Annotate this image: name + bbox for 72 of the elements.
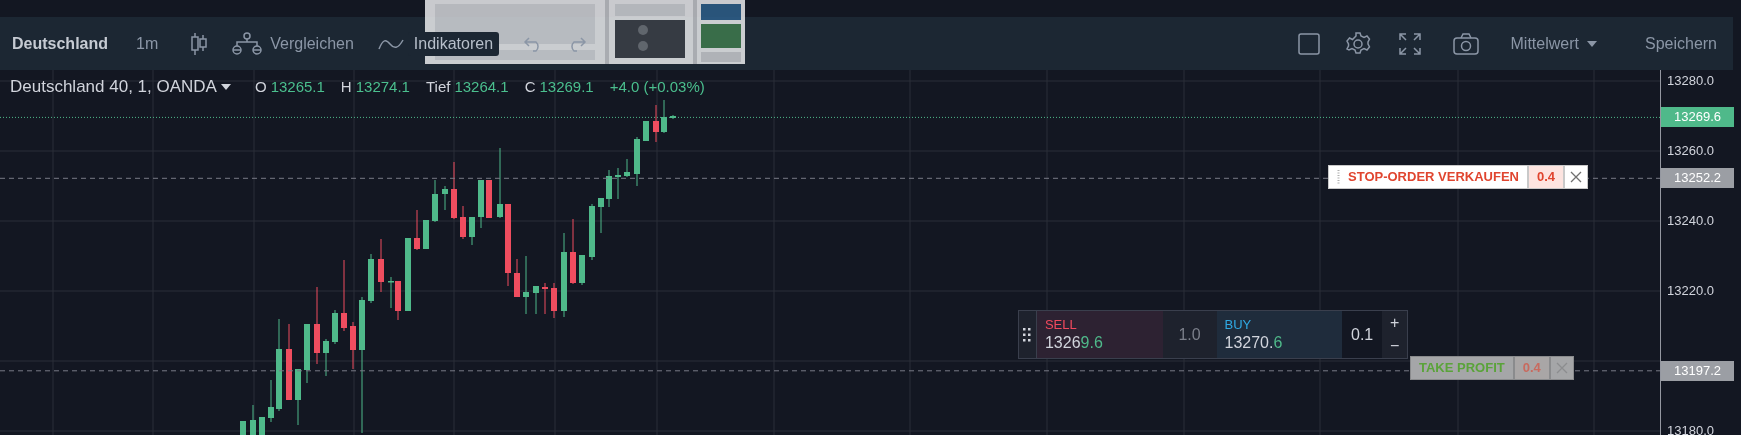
- save-button[interactable]: Speichern: [1644, 35, 1717, 52]
- candle: [542, 282, 548, 315]
- ohlc-label: C: [524, 76, 536, 97]
- candle: [350, 321, 356, 370]
- compare-button[interactable]: Vergleichen: [270, 35, 354, 52]
- candle: [460, 205, 466, 240]
- quantity-field[interactable]: 1.0: [1162, 311, 1217, 358]
- symbol-field[interactable]: Deutschland: [8, 35, 112, 52]
- interval-button[interactable]: 1m: [136, 35, 159, 52]
- change-value: +4.0 (+0.03%): [609, 76, 705, 97]
- price-label: 13180.0: [1667, 424, 1714, 435]
- candle: [259, 416, 265, 435]
- candle: [486, 179, 492, 219]
- close-icon[interactable]: [1564, 165, 1589, 189]
- candle: [451, 161, 457, 220]
- candle: [332, 309, 338, 345]
- candle: [432, 179, 438, 223]
- price-marker: 13252.2: [1661, 168, 1734, 189]
- candle: [240, 420, 246, 435]
- candle: [579, 254, 585, 286]
- ohlc-label: O: [254, 76, 267, 97]
- compare-icon[interactable]: [232, 31, 263, 56]
- symbol-title[interactable]: Deutschland 40, 1, OANDA: [10, 74, 231, 100]
- price-type-dropdown[interactable]: Mittelwert: [1502, 35, 1597, 52]
- candle: [497, 147, 503, 219]
- ohlc-value: 13274.1: [355, 76, 410, 97]
- ohlc-label: H: [340, 76, 352, 97]
- ohlc-label: Tief: [425, 76, 451, 97]
- candle: [589, 203, 595, 261]
- candle: [378, 238, 384, 293]
- candle: [533, 285, 539, 315]
- sell-button[interactable]: SELL 13269.6: [1036, 311, 1163, 358]
- price-marker: 13197.2: [1661, 360, 1734, 381]
- candle: [523, 255, 529, 315]
- ohlc-value: 13269.1: [539, 76, 594, 97]
- candle: [323, 338, 329, 377]
- candle: [514, 258, 520, 298]
- ohlc-value: 13265.1: [270, 76, 325, 97]
- candle: [295, 368, 301, 426]
- buy-button[interactable]: BUY 13270.6: [1216, 311, 1343, 358]
- candle: [634, 136, 640, 187]
- order-label[interactable]: STOP-ORDER VERKAUFEN: [1328, 165, 1528, 189]
- step-value: 0.1: [1342, 311, 1383, 358]
- price-label: 13260.0: [1667, 144, 1714, 157]
- candle: [414, 209, 420, 251]
- candle: [469, 216, 475, 246]
- price-marker: 13269.6: [1661, 107, 1734, 128]
- candle: [478, 179, 484, 229]
- settings-icon[interactable]: [1344, 30, 1371, 57]
- order-quantity[interactable]: 0.4: [1527, 165, 1565, 189]
- candle: [615, 167, 621, 200]
- square-icon[interactable]: [1296, 31, 1321, 56]
- candle: [606, 169, 612, 208]
- candle: [268, 379, 274, 423]
- candle: [304, 323, 310, 384]
- candle: [643, 120, 649, 142]
- caret-icon: [220, 83, 231, 90]
- caret-icon: [1586, 40, 1597, 47]
- price-label: 13220.0: [1667, 284, 1714, 297]
- candle: [653, 104, 659, 143]
- candle: [551, 282, 557, 319]
- candle: [570, 218, 576, 285]
- drag-handle-icon[interactable]: [1337, 170, 1340, 184]
- candle: [368, 253, 374, 304]
- price-label: 13240.0: [1667, 214, 1714, 227]
- candle: [624, 158, 630, 178]
- ohlc-value: 13264.1: [454, 76, 509, 97]
- candle: [423, 219, 429, 250]
- candle: [442, 185, 448, 211]
- candle: [250, 404, 256, 435]
- price-label: 13280.0: [1667, 74, 1714, 87]
- candle: [598, 197, 604, 234]
